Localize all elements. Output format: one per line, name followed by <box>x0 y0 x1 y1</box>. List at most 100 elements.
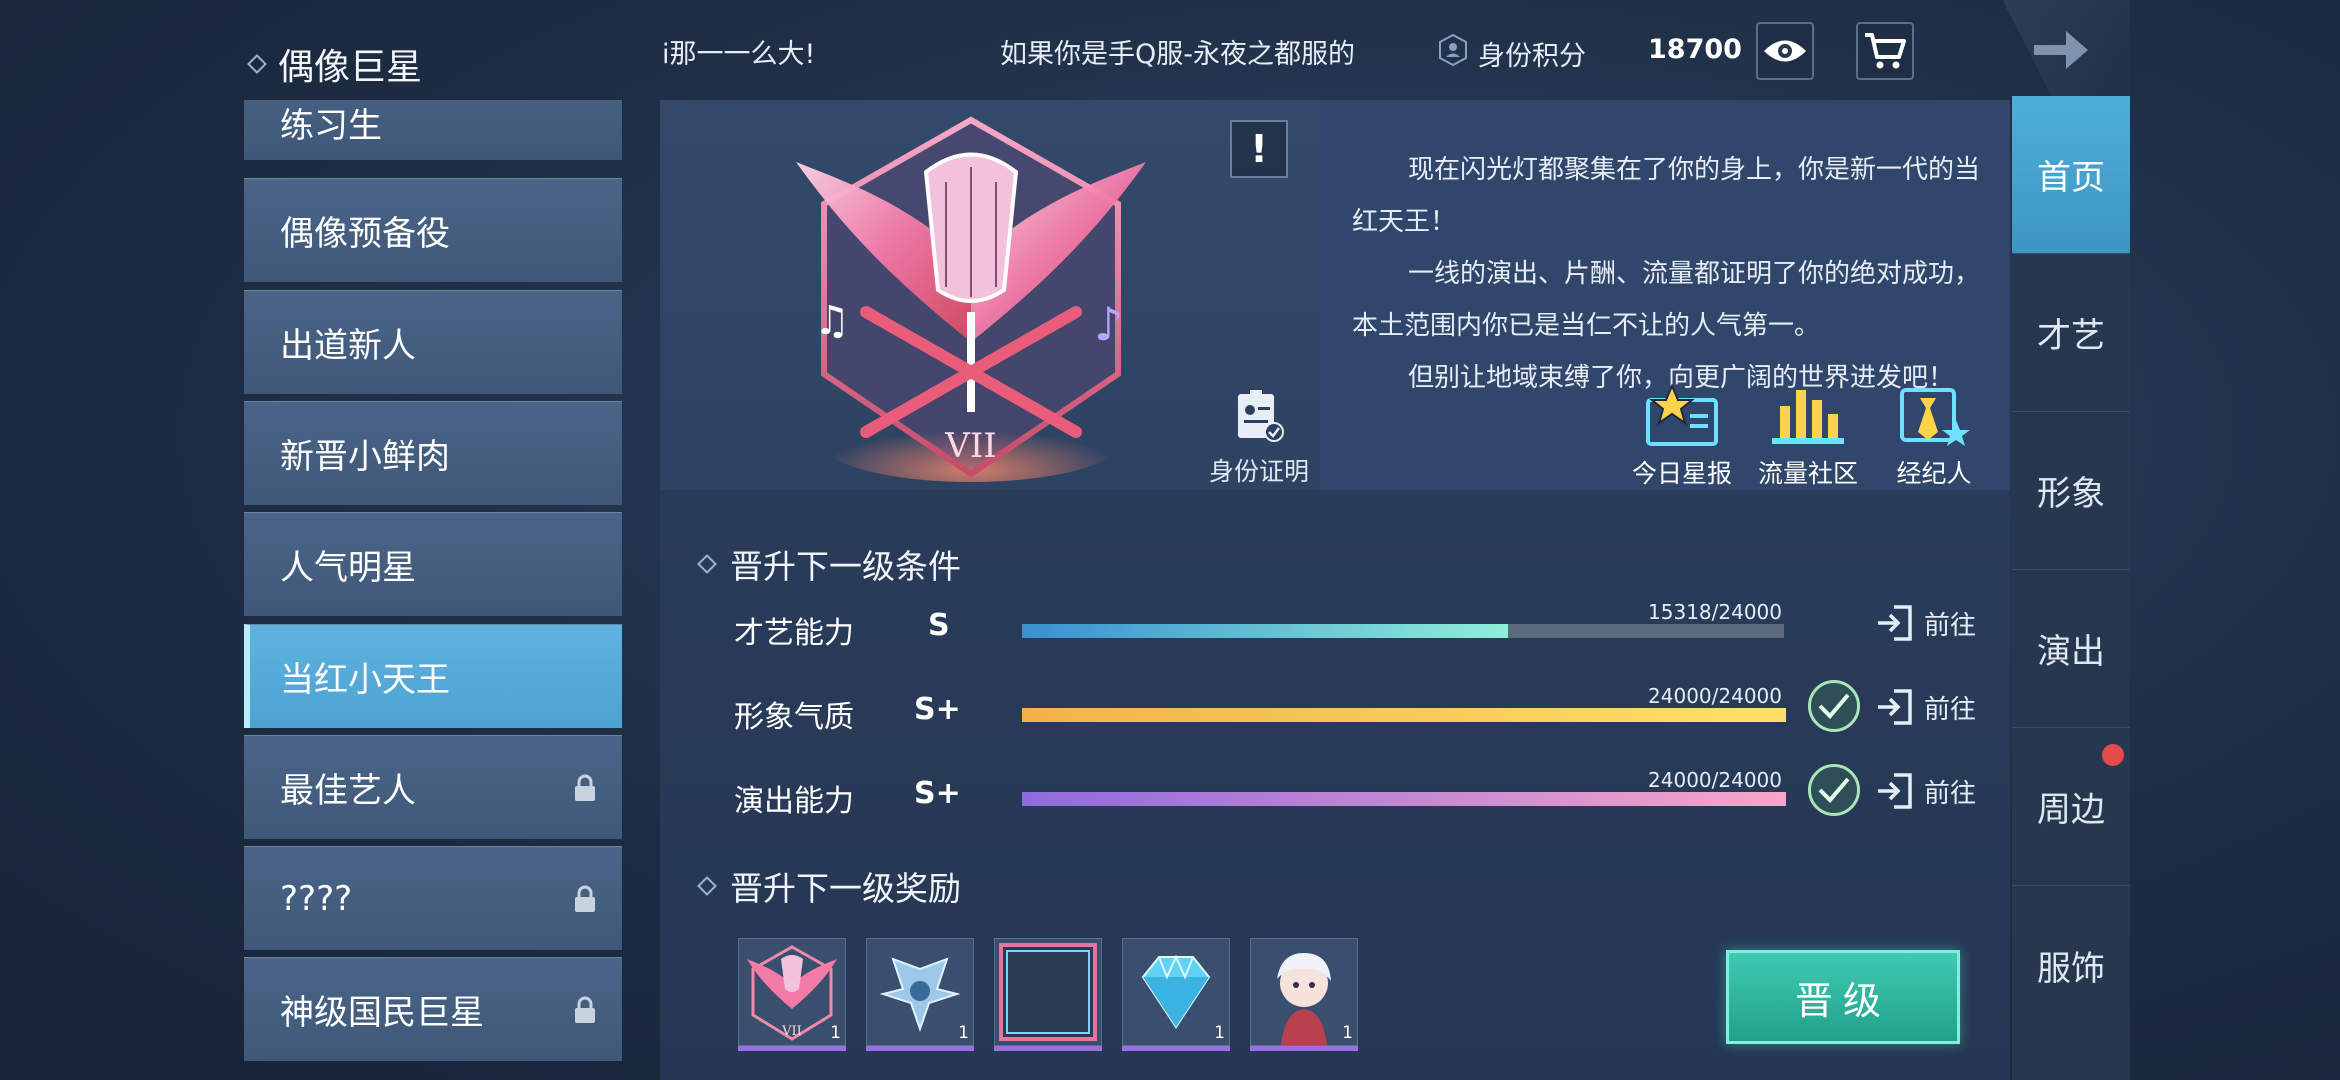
condition-progress-fill <box>1022 708 1786 722</box>
condition-progress-bar <box>1022 624 1784 638</box>
condition-grade: S <box>928 608 950 643</box>
goto-label: 前往 <box>1924 694 1977 725</box>
daily-star-news-button[interactable]: 今日星报 <box>1622 383 1742 490</box>
goto-button[interactable]: 前往 <box>1874 772 1976 810</box>
reward-item[interactable] <box>994 938 1102 1051</box>
condition-grade: S+ <box>914 776 961 811</box>
reward-item[interactable]: 1 <box>1122 938 1230 1051</box>
tab-performance[interactable]: 演出 <box>2012 570 2130 728</box>
condition-label: 才艺能力 <box>734 616 854 651</box>
agent-icon <box>1900 388 1970 446</box>
goto-arrow-icon <box>1878 773 1912 809</box>
reward-item[interactable]: 1 <box>1250 938 1358 1051</box>
level-label: ???? <box>280 878 353 919</box>
diamond-bullet-icon <box>697 876 717 896</box>
wing-emblem-reward-icon <box>879 957 961 1033</box>
reward-numeral: VII <box>781 1024 802 1039</box>
level-item-7[interactable]: 最佳艺人 <box>244 735 622 839</box>
goto-label: 前往 <box>1924 610 1977 641</box>
condition-value: 15318/24000 <box>1648 600 1782 624</box>
reward-item[interactable]: VII 1 <box>738 938 846 1051</box>
marquee-text-right: 如果你是手Q服-永夜之都服的 <box>1000 39 1355 70</box>
reward-item[interactable]: 1 <box>866 938 974 1051</box>
diamond-reward-icon <box>1141 954 1211 1029</box>
cart-icon <box>1865 33 1906 69</box>
lock-icon <box>575 996 595 1023</box>
agent-label: 经纪人 <box>1896 459 1972 488</box>
condition-progress-fill <box>1022 792 1786 806</box>
goto-button[interactable]: 前往 <box>1874 688 1976 726</box>
description-paragraph: 一线的演出、片酬、流量都证明了你的绝对成功，本土范围内你已是当仁不让的人气第一。 <box>1352 259 1981 341</box>
id-certificate-button[interactable]: 身份证明 <box>1204 388 1314 488</box>
alert-icon: ! <box>1250 127 1268 171</box>
condition-progress-bar <box>1022 708 1786 722</box>
diamond-bullet-icon <box>247 54 267 74</box>
page-title: 偶像巨星 <box>278 47 423 88</box>
svg-text:♪: ♪ <box>1094 297 1123 351</box>
level-item-8[interactable]: ???? <box>244 846 622 950</box>
traffic-community-button[interactable]: 流量社区 <box>1748 384 1868 490</box>
description-paragraph: 现在闪光灯都聚集在了你的身上，你是新一代的当红天王！ <box>1352 155 1981 237</box>
identity-score-label: 身份积分 <box>1478 41 1586 72</box>
level-label: 神级国民巨星 <box>280 993 484 1033</box>
level-item-5[interactable]: 人气明星 <box>244 512 622 616</box>
reward-rarity-bar <box>1250 1046 1358 1051</box>
goto-label: 前往 <box>1924 778 1977 809</box>
condition-grade: S+ <box>914 692 961 727</box>
level-item-6-active[interactable]: 当红小天王 <box>244 624 622 728</box>
reward-rarity-bar <box>994 1046 1102 1051</box>
upgrade-button[interactable]: 晋级 <box>1726 950 1960 1044</box>
identity-score-icon <box>1436 33 1470 67</box>
tab-talent[interactable]: 才艺 <box>2012 254 2130 412</box>
svg-text:♫: ♫ <box>814 298 850 344</box>
rank-description: 现在闪光灯都聚集在了你的身上，你是新一代的当红天王！ 一线的演出、片酬、流量都证… <box>1352 144 1992 404</box>
reward-count: 1 <box>958 1023 969 1043</box>
agent-button[interactable]: 经纪人 <box>1874 384 1994 490</box>
lock-icon <box>575 885 595 912</box>
tab-image[interactable]: 形象 <box>2012 412 2130 570</box>
reward-count: 1 <box>1342 1023 1353 1043</box>
daily-star-news-label: 今日星报 <box>1631 459 1732 488</box>
level-list[interactable]: 练习生 偶像预备役 出道新人 新晋小鲜肉 人气明星 当红小天王 最佳艺人 ???… <box>244 100 622 1080</box>
completed-check-icon <box>1808 764 1860 816</box>
level-label: 出道新人 <box>280 326 416 366</box>
identity-score-value: 18700 <box>1648 34 1742 65</box>
level-item-2[interactable]: 偶像预备役 <box>244 178 622 282</box>
announcement-marquee: i那一一么大! 如果你是手Q服-永夜之都服的 <box>662 32 1362 72</box>
badge-vii-reward-icon: VII <box>747 945 837 1041</box>
tab-costume[interactable]: 服饰 <box>2012 886 2130 1044</box>
eye-icon <box>1764 40 1806 62</box>
level-item-9[interactable]: 神级国民巨星 <box>244 957 622 1061</box>
diamond-bullet-icon <box>697 554 717 574</box>
right-tab-bar: 首页 才艺 形象 演出 周边 服饰 <box>2012 96 2130 1080</box>
level-item-3[interactable]: 出道新人 <box>244 290 622 394</box>
chart-community-icon <box>1772 390 1844 444</box>
star-news-icon <box>1646 383 1718 446</box>
id-certificate-label: 身份证明 <box>1208 457 1309 486</box>
level-label: 新晋小鲜肉 <box>280 437 450 477</box>
back-button[interactable] <box>2002 0 2130 100</box>
rewards-section-title: 晋升下一级奖励 <box>697 862 961 910</box>
level-item-1[interactable]: 练习生 <box>244 100 622 160</box>
character-reward-icon <box>1277 953 1331 1045</box>
level-label: 当红小天王 <box>280 660 450 700</box>
rewards-title: 晋升下一级奖励 <box>730 869 961 908</box>
traffic-community-label: 流量社区 <box>1757 459 1858 488</box>
info-alert-button[interactable]: ! <box>1230 120 1288 178</box>
reward-count: 1 <box>1214 1023 1225 1043</box>
goto-button[interactable]: 前往 <box>1874 604 1976 642</box>
level-label: 练习生 <box>280 106 382 146</box>
badge-numeral: VII <box>944 426 996 466</box>
level-label: 最佳艺人 <box>280 771 416 811</box>
level-label: 偶像预备役 <box>280 214 450 254</box>
level-item-4[interactable]: 新晋小鲜肉 <box>244 401 622 505</box>
shop-button[interactable] <box>1856 22 1914 80</box>
view-button[interactable] <box>1756 22 1814 80</box>
notification-dot <box>2102 744 2124 766</box>
condition-progress-bar <box>1022 792 1786 806</box>
lock-icon <box>575 774 595 801</box>
level-label: 人气明星 <box>280 548 416 588</box>
tab-home[interactable]: 首页 <box>2012 96 2130 254</box>
reward-rarity-bar <box>1122 1046 1230 1051</box>
completed-check-icon <box>1808 680 1860 732</box>
